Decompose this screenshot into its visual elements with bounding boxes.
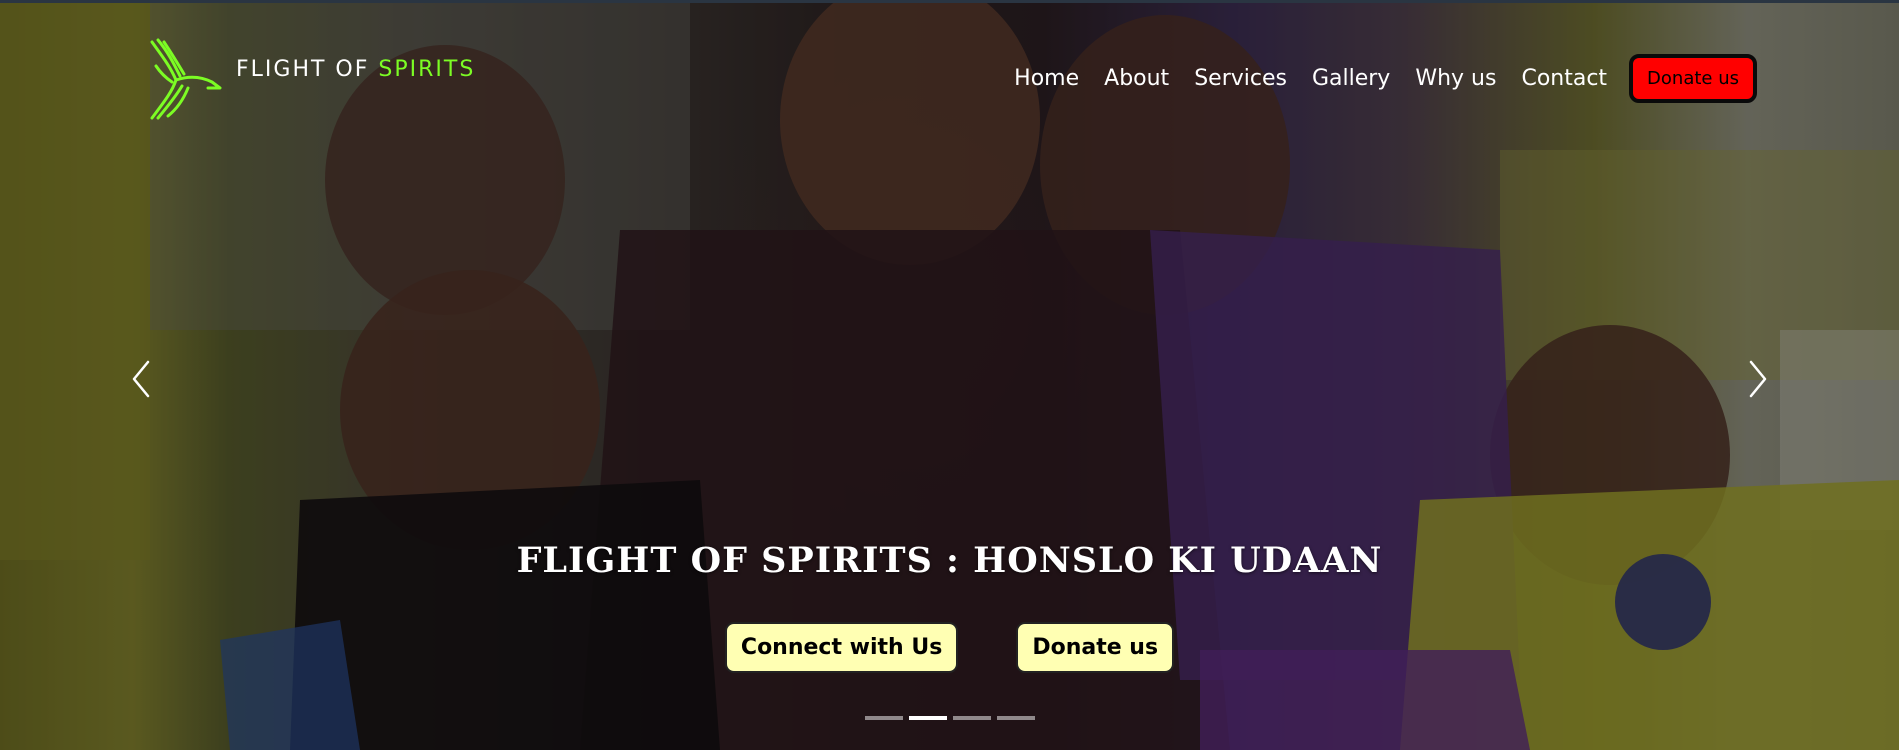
chevron-right-icon <box>1749 360 1767 398</box>
chevron-left-icon <box>132 360 150 398</box>
nav-item-gallery[interactable]: Gallery <box>1312 66 1390 91</box>
carousel-indicator-3[interactable] <box>952 716 991 720</box>
nav-item-why-us[interactable]: Why us <box>1415 66 1496 91</box>
carousel-indicators <box>0 716 1899 720</box>
bird-icon <box>142 36 224 122</box>
nav-item-home[interactable]: Home <box>1014 66 1079 91</box>
carousel-cta-group: Connect with Us Donate us <box>0 622 1899 673</box>
hero-donate-button[interactable]: Donate us <box>1016 622 1175 673</box>
hero-carousel: FLIGHT OF SPIRITS Home About Services Ga… <box>0 0 1899 750</box>
nav-item-services[interactable]: Services <box>1194 66 1287 91</box>
carousel-caption: FLIGHT OF SPIRITS : HONSLO KI UDAAN <box>516 540 1383 581</box>
nav-item-about[interactable]: About <box>1104 66 1169 91</box>
nav-item-contact[interactable]: Contact <box>1521 66 1607 91</box>
carousel-indicator-2[interactable] <box>908 716 947 720</box>
connect-with-us-button[interactable]: Connect with Us <box>724 622 959 673</box>
main-nav: Home About Services Gallery Why us Conta… <box>989 54 1757 103</box>
carousel-indicator-1[interactable] <box>864 716 903 720</box>
carousel-prev-button[interactable] <box>122 354 162 404</box>
brand-name-part2: SPIRITS <box>378 56 476 82</box>
carousel-indicator-4[interactable] <box>996 716 1035 720</box>
carousel-next-button[interactable] <box>1737 354 1777 404</box>
top-border <box>0 0 1899 3</box>
nav-donate-button[interactable]: Donate us <box>1629 54 1757 103</box>
brand-name: FLIGHT OF SPIRITS <box>236 57 475 82</box>
brand-name-part1: FLIGHT OF <box>236 56 379 82</box>
brand-logo[interactable]: FLIGHT OF SPIRITS <box>142 36 475 122</box>
